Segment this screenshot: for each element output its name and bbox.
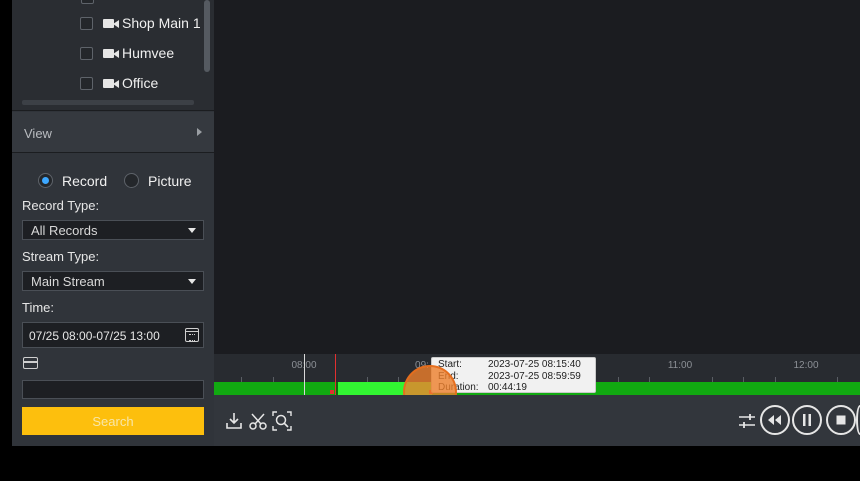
tooltip-start-key: Start: <box>438 359 462 370</box>
playback-toolbar <box>214 395 860 446</box>
camera-icon <box>103 48 119 58</box>
record-type-value: All Records <box>31 223 98 238</box>
next-control-button-partial[interactable] <box>856 405 860 435</box>
camera-label: Humvee <box>122 45 175 61</box>
camera-checkbox[interactable] <box>80 16 93 30</box>
time-range-value: 07/25 08:00-07/25 13:00 <box>29 329 160 343</box>
search-button[interactable]: Search <box>22 407 204 435</box>
camera-label: Shop Main 1 <box>122 15 201 31</box>
chevron-down-icon <box>188 228 196 233</box>
tooltip-end-value: 2023-07-25 08:59:59 <box>488 371 581 382</box>
chevron-right-icon <box>197 128 202 136</box>
adjust-icon[interactable] <box>737 411 757 431</box>
record-radio-label: Record <box>62 173 108 189</box>
camera-label: Office <box>122 75 159 91</box>
download-icon[interactable] <box>224 411 244 431</box>
camera-checkbox[interactable] <box>80 76 93 90</box>
video-playback-area[interactable] <box>214 0 860 354</box>
camera-item-humvee[interactable]: Humvee <box>80 43 174 63</box>
tooltip-start-value: 2023-07-25 08:15:40 <box>488 359 581 370</box>
camera-item-office[interactable]: Office <box>80 73 158 93</box>
rewind-button[interactable] <box>760 405 790 435</box>
rewind-icon <box>768 415 781 425</box>
card-number-input[interactable] <box>22 380 204 399</box>
selection-marker[interactable] <box>335 354 336 395</box>
tooltip-duration-value: 00:44:19 <box>488 382 527 393</box>
camera-checkbox[interactable] <box>80 46 93 60</box>
card-icon <box>23 357 38 369</box>
timeline-tick-label: 11:00 <box>667 360 693 371</box>
camera-item-shop-main-1[interactable]: Shop Main 1 <box>80 13 201 33</box>
stream-type-value: Main Stream <box>31 274 105 289</box>
camera-checkbox-partial[interactable] <box>81 0 94 4</box>
timeline-tick-label: 12:00 <box>793 360 819 371</box>
view-section-header[interactable]: View <box>12 112 214 153</box>
stop-icon <box>836 415 846 425</box>
stream-type-select[interactable]: Main Stream <box>22 271 204 291</box>
picture-radio[interactable] <box>124 173 139 188</box>
pause-icon <box>803 414 811 426</box>
record-type-select[interactable]: All Records <box>22 220 204 240</box>
stream-type-label: Stream Type: <box>22 249 100 264</box>
time-range-field[interactable]: 07/25 08:00-07/25 13:00 <box>22 322 204 348</box>
camera-list-scrollbar[interactable] <box>204 0 210 72</box>
chevron-down-icon <box>188 279 196 284</box>
zoom-search-icon[interactable] <box>272 411 292 431</box>
picture-radio-label: Picture <box>148 173 192 189</box>
view-label: View <box>24 126 52 141</box>
time-label: Time: <box>22 300 55 315</box>
camera-list-horizontal-scrollbar[interactable] <box>22 100 194 105</box>
camera-list: Shop Main 1 Humvee Office <box>12 0 214 111</box>
record-radio[interactable] <box>38 173 53 188</box>
stop-button[interactable] <box>826 405 856 435</box>
pause-button[interactable] <box>792 405 822 435</box>
camera-icon <box>103 78 119 88</box>
camera-icon <box>103 18 119 28</box>
selection-start-marker <box>330 390 334 394</box>
playhead[interactable] <box>304 354 305 395</box>
calendar-icon[interactable] <box>185 328 199 342</box>
record-type-label: Record Type: <box>22 198 100 213</box>
left-panel: Shop Main 1 Humvee Office View Record Pi… <box>12 0 214 446</box>
scissors-icon[interactable] <box>248 411 268 431</box>
